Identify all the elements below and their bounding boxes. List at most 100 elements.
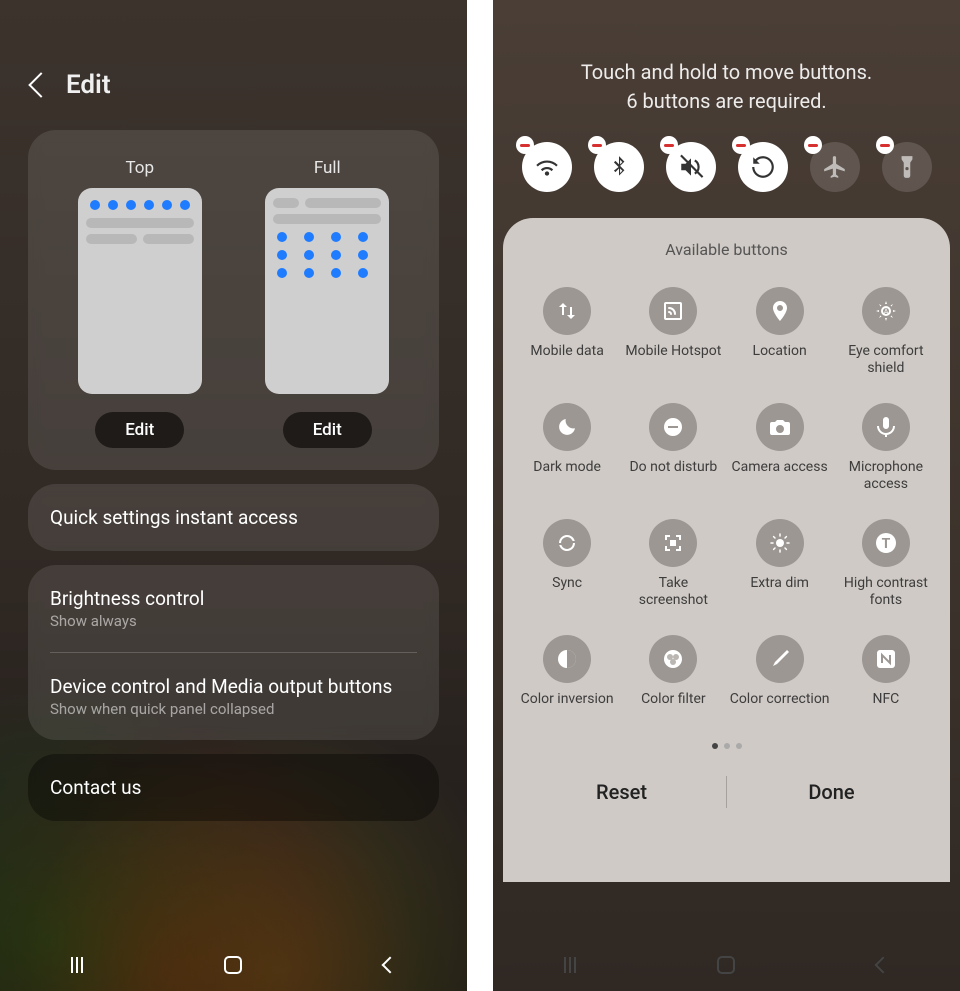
preview-full-label: Full — [314, 158, 341, 178]
available-item[interactable]: Microphone access — [836, 403, 936, 493]
hint-line2: 6 buttons are required. — [523, 87, 930, 116]
remove-badge-icon[interactable] — [876, 136, 894, 154]
quick-settings-label: Quick settings instant access — [50, 506, 417, 529]
back-icon[interactable] — [28, 72, 53, 97]
toggle-bluetooth[interactable] — [594, 142, 644, 192]
quick-settings-instant-access[interactable]: Quick settings instant access — [28, 484, 439, 551]
mic-icon — [862, 403, 910, 451]
available-item-label: High contrast fonts — [836, 575, 936, 609]
device-title: Device control and Media output buttons — [50, 675, 417, 698]
available-item-label: Sync — [552, 575, 582, 609]
panel-previews-card: Top Edit Full — [28, 130, 439, 470]
eyecomfort-icon — [862, 287, 910, 335]
highcontrast-icon — [862, 519, 910, 567]
available-item[interactable]: Sync — [517, 519, 617, 609]
available-item[interactable]: Mobile Hotspot — [623, 287, 723, 377]
airplane-icon — [822, 154, 848, 180]
action-row: Reset Done — [517, 757, 936, 826]
brightness-control-item[interactable]: Brightness control Show always — [28, 565, 439, 652]
contact-us-item[interactable]: Contact us — [28, 754, 439, 821]
available-item[interactable]: Take screenshot — [623, 519, 723, 609]
available-item-label: Take screenshot — [623, 575, 723, 609]
nav-recents-icon[interactable] — [564, 957, 576, 973]
available-item-label: Do not disturb — [629, 459, 717, 493]
available-item[interactable]: Location — [730, 287, 830, 377]
pager-dot[interactable] — [736, 743, 742, 749]
active-toggles-row — [493, 134, 960, 218]
available-item[interactable]: Do not disturb — [623, 403, 723, 493]
preview-top: Top Edit — [78, 158, 202, 448]
available-panel: Available buttons Mobile dataMobile Hots… — [503, 218, 950, 882]
brightness-device-card: Brightness control Show always Device co… — [28, 565, 439, 740]
camera-icon — [756, 403, 804, 451]
nav-bar — [493, 939, 960, 991]
available-item[interactable]: Dark mode — [517, 403, 617, 493]
available-item[interactable]: NFC — [836, 635, 936, 725]
available-item-label: Extra dim — [750, 575, 809, 609]
toggle-rotate[interactable] — [738, 142, 788, 192]
edit-full-button[interactable]: Edit — [283, 412, 372, 448]
nav-back-icon[interactable] — [382, 957, 399, 974]
preview-top-label: Top — [125, 158, 154, 178]
location-icon — [756, 287, 804, 335]
dnd-icon — [649, 403, 697, 451]
available-item[interactable]: Color inversion — [517, 635, 617, 725]
available-item[interactable]: Extra dim — [730, 519, 830, 609]
available-item[interactable]: Color filter — [623, 635, 723, 725]
remove-badge-icon[interactable] — [516, 136, 534, 154]
nav-bar — [0, 939, 467, 991]
nav-recents-icon[interactable] — [71, 957, 83, 973]
nav-home-icon[interactable] — [717, 956, 735, 974]
device-sub: Show when quick panel collapsed — [50, 700, 417, 718]
reset-button[interactable]: Reset — [517, 758, 726, 826]
device-control-item[interactable]: Device control and Media output buttons … — [28, 653, 439, 740]
preview-full: Full Edit — [265, 158, 389, 448]
available-item-label: Eye comfort shield — [836, 343, 936, 377]
nfc-icon — [862, 635, 910, 683]
available-item-label: NFC — [872, 691, 899, 725]
rotate-icon — [750, 154, 776, 180]
preview-full-mock[interactable] — [265, 188, 389, 394]
available-item[interactable]: Color correction — [730, 635, 830, 725]
available-item-label: Dark mode — [533, 459, 601, 493]
available-item-label: Color inversion — [521, 691, 614, 725]
edit-hint: Touch and hold to move buttons. 6 button… — [493, 0, 960, 134]
wifi-icon — [534, 154, 560, 180]
available-item-label: Color correction — [730, 691, 830, 725]
available-item[interactable]: High contrast fonts — [836, 519, 936, 609]
darkmode-icon — [543, 403, 591, 451]
available-item-label: Mobile data — [530, 343, 603, 377]
contact-us-label: Contact us — [50, 776, 417, 799]
nav-home-icon[interactable] — [224, 956, 242, 974]
screenshot-icon — [649, 519, 697, 567]
toggle-flashlight[interactable] — [882, 142, 932, 192]
toggle-sound[interactable] — [666, 142, 716, 192]
preview-top-mock[interactable] — [78, 188, 202, 394]
available-item[interactable]: Eye comfort shield — [836, 287, 936, 377]
toggle-wifi[interactable] — [522, 142, 572, 192]
phone-right-button-editor: Touch and hold to move buttons. 6 button… — [493, 0, 960, 991]
colorcorrection-icon — [756, 635, 804, 683]
brightness-sub: Show always — [50, 612, 417, 630]
header: Edit — [28, 0, 439, 130]
available-item-label: Camera access — [732, 459, 828, 493]
remove-badge-icon[interactable] — [660, 136, 678, 154]
available-grid: Mobile data Mobile Hotspot Location Eye com… — [517, 287, 936, 725]
bluetooth-icon — [606, 154, 632, 180]
available-item[interactable]: Mobile data — [517, 287, 617, 377]
mobiledata-icon — [543, 287, 591, 335]
sync-icon — [543, 519, 591, 567]
nav-back-icon[interactable] — [875, 957, 892, 974]
flashlight-icon — [894, 154, 920, 180]
edit-top-button[interactable]: Edit — [95, 412, 184, 448]
done-button[interactable]: Done — [727, 758, 936, 826]
page-title: Edit — [66, 70, 111, 100]
available-item-label: Location — [753, 343, 807, 377]
remove-badge-icon[interactable] — [588, 136, 606, 154]
pager-dot[interactable] — [724, 743, 730, 749]
remove-badge-icon[interactable] — [804, 136, 822, 154]
toggle-airplane[interactable] — [810, 142, 860, 192]
remove-badge-icon[interactable] — [732, 136, 750, 154]
pager-dot[interactable] — [712, 743, 718, 749]
available-item[interactable]: Camera access — [730, 403, 830, 493]
